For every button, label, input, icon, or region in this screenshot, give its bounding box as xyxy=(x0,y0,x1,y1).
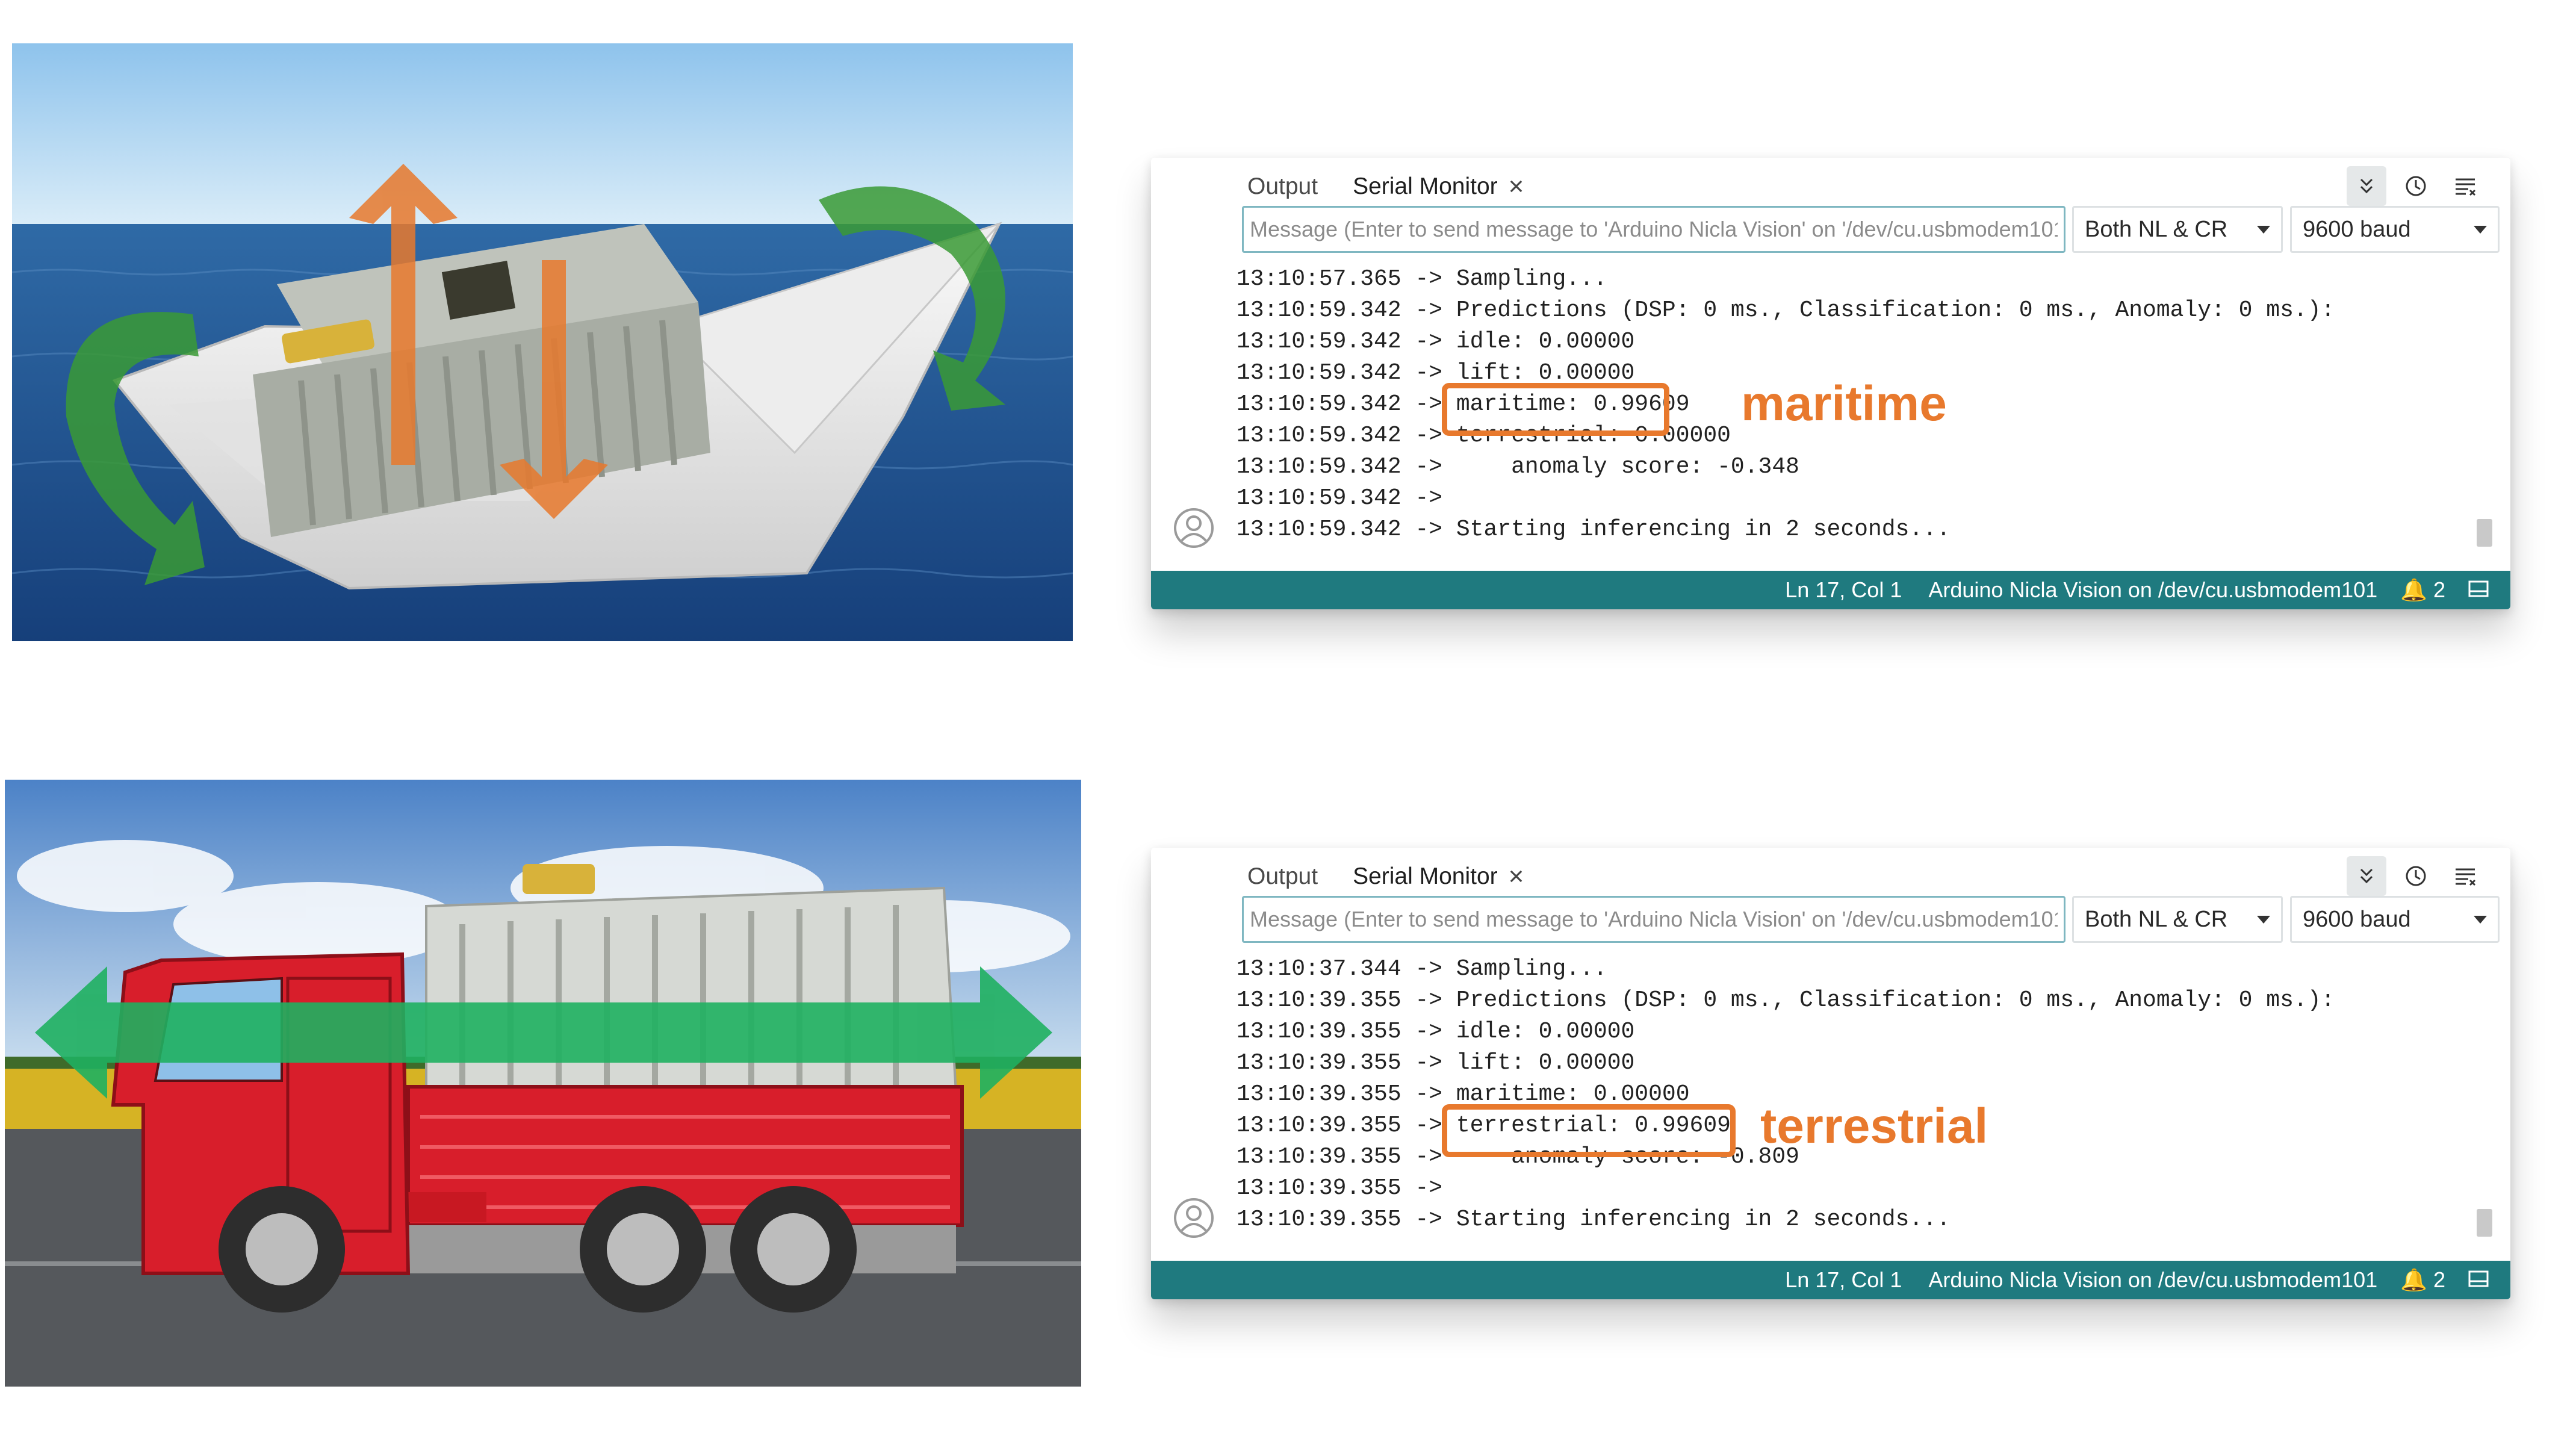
baud-rate-value: 9600 baud xyxy=(2303,906,2411,932)
chevron-down-icon xyxy=(2474,225,2487,234)
timestamp-icon[interactable] xyxy=(2396,856,2436,896)
panel-tabs: Output Serial Monitor × xyxy=(1247,163,1524,211)
board-port-status[interactable]: Arduino Nicla Vision on /dev/cu.usbmodem… xyxy=(1928,1267,2377,1293)
output-line: 13:10:39.355 -> idle: 0.00000 xyxy=(1237,1019,1635,1045)
chevron-down-icon xyxy=(2474,915,2487,924)
status-bar: Ln 17, Col 1 Arduino Nicla Vision on /de… xyxy=(1151,571,2510,609)
baud-rate-select[interactable]: 9600 baud xyxy=(2290,206,2500,253)
autoscroll-icon[interactable] xyxy=(2347,856,2386,896)
message-input[interactable] xyxy=(1242,206,2065,253)
toggle-panel-icon[interactable] xyxy=(2468,577,2489,603)
serial-monitor-panel-terrestrial: Output Serial Monitor × Both NL & CR 960… xyxy=(1151,848,2510,1299)
tab-serial-monitor[interactable]: Serial Monitor xyxy=(1353,173,1498,200)
output-line: 13:10:59.342 -> xyxy=(1237,485,1443,511)
account-icon[interactable] xyxy=(1173,507,1215,549)
notification-bell-icon[interactable]: 🔔 xyxy=(2400,577,2427,603)
line-ending-select[interactable]: Both NL & CR xyxy=(2072,896,2283,943)
notification-count: 2 xyxy=(2433,577,2445,602)
tab-output[interactable]: Output xyxy=(1247,863,1318,890)
line-ending-select[interactable]: Both NL & CR xyxy=(2072,206,2283,253)
boat-illustration xyxy=(12,43,1073,641)
highlight-box-maritime xyxy=(1442,383,1669,436)
tab-output[interactable]: Output xyxy=(1247,173,1318,200)
line-ending-value: Both NL & CR xyxy=(2085,216,2228,242)
panel-toolbar xyxy=(2337,856,2485,896)
scrollbar[interactable] xyxy=(2477,1209,2492,1237)
notification-bell-icon[interactable]: 🔔 xyxy=(2400,1267,2427,1293)
panel-tabs: Output Serial Monitor × xyxy=(1247,853,1524,901)
battery xyxy=(523,864,595,894)
close-icon[interactable]: × xyxy=(1509,173,1524,200)
scrollbar[interactable] xyxy=(2477,519,2492,547)
clear-output-icon[interactable] xyxy=(2445,166,2485,206)
highlight-label-maritime: maritime xyxy=(1741,376,1947,431)
highlight-label-terrestrial: terrestrial xyxy=(1760,1099,1988,1154)
output-line: 13:10:59.342 -> Predictions (DSP: 0 ms.,… xyxy=(1237,297,2335,323)
close-icon[interactable]: × xyxy=(1509,863,1524,890)
panel-toolbar xyxy=(2337,166,2485,206)
baud-rate-value: 9600 baud xyxy=(2303,216,2411,242)
cursor-position[interactable]: Ln 17, Col 1 xyxy=(1785,1267,1902,1293)
output-line: 13:10:59.342 -> anomaly score: -0.348 xyxy=(1237,454,1799,480)
tab-serial-monitor[interactable]: Serial Monitor xyxy=(1353,863,1498,890)
cursor-position[interactable]: Ln 17, Col 1 xyxy=(1785,577,1902,603)
autoscroll-icon[interactable] xyxy=(2347,166,2386,206)
chevron-down-icon xyxy=(2257,225,2270,234)
truck-illustration xyxy=(5,780,1081,1387)
truck-scene-svg xyxy=(5,780,1081,1387)
output-line: 13:10:37.344 -> Sampling... xyxy=(1237,956,1607,982)
message-input[interactable] xyxy=(1242,896,2065,943)
chevron-down-icon xyxy=(2257,915,2270,924)
timestamp-icon[interactable] xyxy=(2396,166,2436,206)
toggle-panel-icon[interactable] xyxy=(2468,1267,2489,1293)
notification-count: 2 xyxy=(2433,1267,2445,1292)
boat-scene-svg xyxy=(12,43,1073,641)
output-line: 13:10:39.355 -> Starting inferencing in … xyxy=(1237,1207,1951,1232)
container xyxy=(425,886,958,1107)
status-bar: Ln 17, Col 1 Arduino Nicla Vision on /de… xyxy=(1151,1261,2510,1299)
clear-output-icon[interactable] xyxy=(2445,856,2485,896)
baud-rate-select[interactable]: 9600 baud xyxy=(2290,896,2500,943)
output-line: 13:10:39.355 -> xyxy=(1237,1175,1443,1201)
board-port-status[interactable]: Arduino Nicla Vision on /dev/cu.usbmodem… xyxy=(1928,577,2377,603)
output-line: 13:10:57.365 -> Sampling... xyxy=(1237,266,1607,292)
account-icon[interactable] xyxy=(1173,1197,1215,1239)
line-ending-value: Both NL & CR xyxy=(2085,906,2228,932)
output-line: 13:10:59.342 -> idle: 0.00000 xyxy=(1237,329,1635,355)
serial-monitor-panel-maritime: Output Serial Monitor × Both NL & CR 960… xyxy=(1151,158,2510,609)
output-line: 13:10:59.342 -> Starting inferencing in … xyxy=(1237,517,1951,542)
output-line: 13:10:39.355 -> Predictions (DSP: 0 ms.,… xyxy=(1237,987,2335,1013)
serial-output: 13:10:37.344 -> Sampling... 13:10:39.355… xyxy=(1237,954,2465,1237)
highlight-box-terrestrial xyxy=(1442,1104,1736,1157)
output-line: 13:10:39.355 -> lift: 0.00000 xyxy=(1237,1050,1635,1076)
